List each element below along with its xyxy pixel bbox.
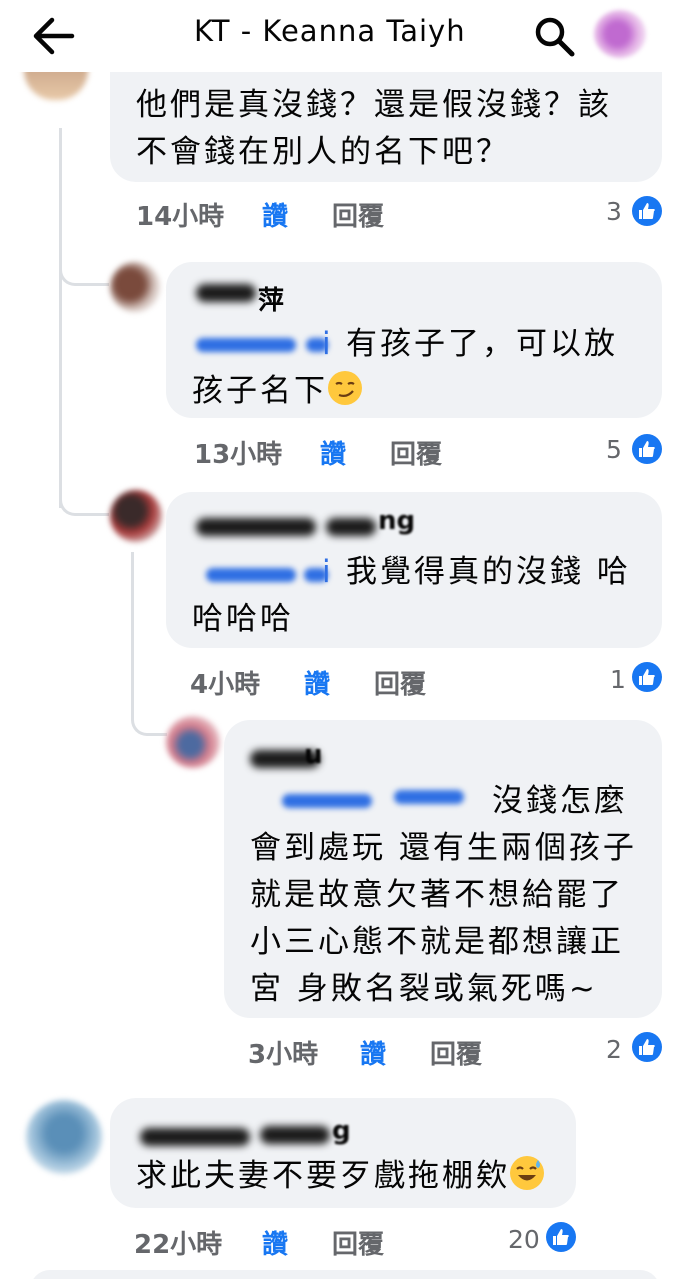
blurred-mention: [196, 338, 296, 352]
blurred-name: [326, 518, 376, 536]
mention-suffix[interactable]: i: [322, 549, 334, 596]
avatar[interactable]: [110, 490, 162, 542]
like-button[interactable]: 讚: [360, 1034, 386, 1071]
blurred-name: [196, 284, 256, 302]
like-reaction-icon[interactable]: [546, 1222, 576, 1252]
like-reaction-icon[interactable]: [632, 1032, 662, 1062]
thread-line: [59, 128, 62, 508]
reply-button[interactable]: 回覆: [332, 1224, 384, 1261]
comment-text-line: 孩子名下: [192, 368, 362, 415]
timestamp: 22小時: [134, 1230, 223, 1260]
comment-bubble[interactable]: g 求此夫妻不要歹戲拖棚欸: [110, 1098, 576, 1208]
blurred-name: [196, 518, 316, 536]
reaction-count: 5: [606, 435, 622, 464]
thread-connector: [59, 480, 109, 516]
timestamp: 3小時: [248, 1040, 319, 1070]
like-button[interactable]: 讚: [262, 1224, 288, 1261]
like-reaction-icon[interactable]: [632, 662, 662, 692]
like-button[interactable]: 讚: [320, 434, 346, 471]
comment-text: 哈哈哈: [192, 601, 294, 637]
timestamp: 13小時: [194, 440, 283, 470]
sweat-smile-emoji-icon: [510, 1156, 544, 1190]
thread-connector: [131, 700, 167, 736]
comment-text-line: 求此夫妻不要歹戲拖棚欸: [136, 1153, 544, 1200]
like-button[interactable]: 讚: [262, 196, 288, 233]
smirk-emoji-icon: [328, 371, 362, 405]
comment-text: 宮 身敗名裂或氣死嗎~: [250, 971, 598, 1007]
blurred-name: [140, 1128, 250, 1146]
reply-button[interactable]: 回覆: [430, 1034, 482, 1071]
avatar[interactable]: [166, 716, 220, 768]
blurred-name: [260, 1126, 330, 1144]
comment-text: 我覺得真的沒錢 哈: [346, 554, 631, 590]
like-reaction-icon[interactable]: [632, 434, 662, 464]
blurred-mention: [206, 568, 296, 582]
comment-text: 孩子名下: [192, 373, 328, 409]
commenter-name[interactable]: 萍: [258, 280, 284, 317]
reaction-count: 20: [508, 1225, 540, 1254]
back-arrow-icon[interactable]: [30, 14, 76, 58]
comment-bubble[interactable]: u 沒錢怎麼 會到處玩 還有生兩個孩子 就是故意欠著不想給罷了 小三心態不就是都…: [224, 720, 662, 1018]
commenter-name[interactable]: u: [304, 740, 323, 770]
timestamp: 14小時: [136, 202, 225, 232]
timestamp: 4小時: [190, 670, 261, 700]
mention-suffix[interactable]: i: [322, 321, 334, 368]
comment-text: 有孩子了，可以放: [346, 326, 618, 362]
comment-text: 沒錢怎麼: [492, 783, 628, 819]
comment-text: 他們是真沒錢？還是假沒錢？該: [136, 87, 612, 123]
comment-bubble[interactable]: ng i 我覺得真的沒錢 哈 哈哈哈: [166, 492, 662, 648]
comment-text: 會到處玩 還有生兩個孩子: [250, 830, 637, 866]
commenter-name[interactable]: g: [332, 1116, 351, 1146]
comment-bubble[interactable]: 萍 i 有孩子了，可以放 孩子名下: [166, 262, 662, 418]
like-button[interactable]: 讚: [304, 664, 330, 701]
top-bar: KT - Keanna Taiyh: [0, 0, 684, 72]
blurred-mention: [394, 790, 464, 804]
reply-button[interactable]: 回覆: [332, 196, 384, 233]
comment-text: 不會錢在別人的名下吧？: [136, 134, 510, 170]
like-reaction-icon[interactable]: [632, 196, 662, 226]
profile-avatar[interactable]: [594, 10, 646, 58]
comment-text: 就是故意欠著不想給罷了: [250, 877, 624, 913]
thread-line: [131, 552, 134, 712]
avatar[interactable]: [110, 262, 160, 312]
comment-text: 小三心態不就是都想讓正: [250, 924, 624, 960]
comment-text: 求此夫妻不要歹戲拖棚欸: [136, 1158, 510, 1194]
blurred-mention: [282, 794, 372, 808]
reply-button[interactable]: 回覆: [390, 434, 442, 471]
reaction-count: 1: [610, 665, 626, 694]
reaction-count: 2: [606, 1035, 622, 1064]
search-icon[interactable]: [532, 14, 578, 58]
thread-connector: [59, 250, 109, 286]
comment-bubble[interactable]: [30, 1270, 660, 1279]
page-title: KT - Keanna Taiyh: [194, 14, 466, 48]
comment-bubble[interactable]: 他們是真沒錢？還是假沒錢？該 不會錢在別人的名下吧？: [110, 72, 662, 182]
commenter-name[interactable]: ng: [378, 506, 415, 536]
avatar[interactable]: [26, 1100, 102, 1174]
reaction-count: 3: [606, 197, 622, 226]
reply-button[interactable]: 回覆: [374, 664, 426, 701]
